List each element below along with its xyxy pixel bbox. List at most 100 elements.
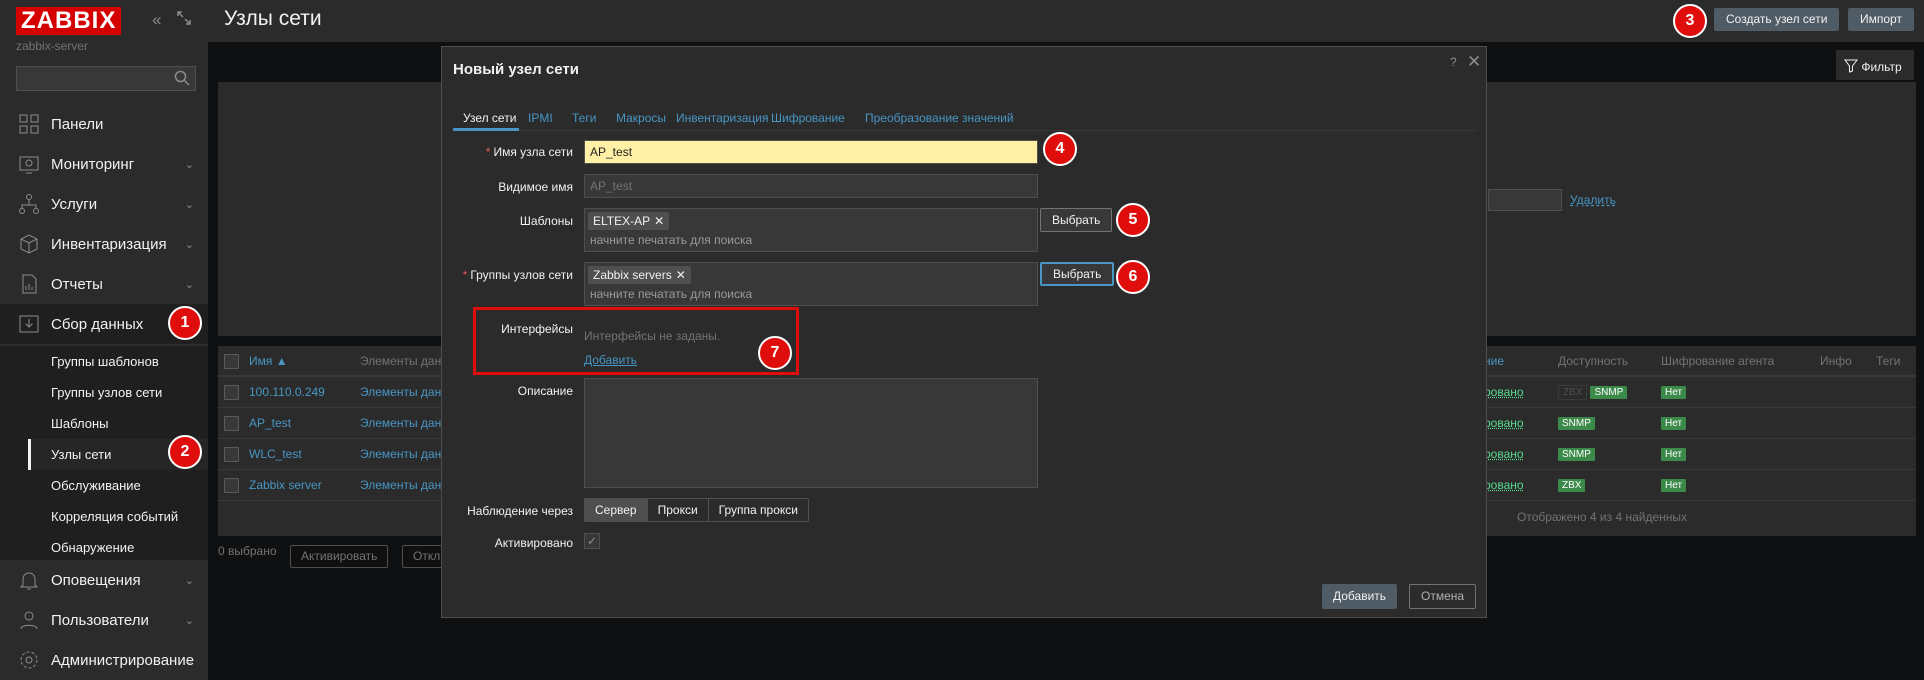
chevron-down-icon: ⌄: [184, 238, 194, 251]
menu-item-alerts[interactable]: Оповещения ⌄: [0, 560, 208, 600]
items-link[interactable]: Элементы дан: [360, 478, 441, 492]
status-link[interactable]: ровано: [1484, 416, 1524, 430]
availability-tag: ZBX: [1558, 479, 1586, 492]
step-badge-1: 1: [168, 306, 202, 340]
tab-encryption[interactable]: Шифрование: [771, 111, 845, 125]
search-icon[interactable]: [173, 69, 191, 87]
column-header-status[interactable]: ние: [1484, 354, 1504, 368]
menu-item-administration[interactable]: Администрирование ⌄: [0, 640, 208, 680]
encryption-cell: Нет: [1661, 446, 1689, 461]
status-link[interactable]: ровано: [1484, 447, 1524, 461]
status-link[interactable]: ровано: [1484, 385, 1524, 399]
header: Узлы сети Создать узел сети Импорт: [208, 0, 1924, 42]
menu-item-reports[interactable]: Отчеты ⌄: [0, 264, 208, 304]
column-header-items: Элементы дан: [360, 354, 442, 368]
row-checkbox[interactable]: [224, 416, 239, 431]
enabled-label: Активировано: [494, 536, 573, 550]
column-header-name[interactable]: Имя ▲: [249, 354, 288, 368]
expand-icon[interactable]: [176, 10, 192, 31]
menu-label: Панели: [51, 115, 104, 133]
create-host-button[interactable]: Создать узел сети: [1714, 8, 1840, 31]
services-icon: [19, 194, 39, 214]
templates-search-placeholder[interactable]: начните печатать для поиска: [590, 233, 752, 247]
host-name-link[interactable]: Zabbix server: [249, 478, 322, 492]
submenu-item-maintenance[interactable]: Обслуживание: [28, 470, 208, 501]
zabbix-logo[interactable]: ZABBIX: [16, 7, 122, 35]
column-header-info: Инфо: [1820, 354, 1852, 368]
server-name: zabbix-server: [16, 39, 89, 53]
menu-label: Оповещения: [51, 571, 141, 589]
sidebar-search-input[interactable]: [16, 66, 196, 91]
close-icon[interactable]: ✕: [1467, 52, 1481, 72]
column-header-encryption: Шифрование агента: [1661, 354, 1775, 368]
inventory-icon: [20, 234, 38, 254]
visible-name-input[interactable]: AP_test: [584, 174, 1038, 198]
help-icon[interactable]: ?: [1450, 55, 1457, 69]
active-tab-indicator: [453, 128, 519, 131]
remove-icon[interactable]: ✕: [676, 268, 686, 282]
step-badge-2: 2: [168, 435, 202, 469]
menu-item-users[interactable]: Пользователи ⌄: [0, 600, 208, 640]
enabled-checkbox[interactable]: ✓: [584, 533, 600, 549]
host-groups-select-button[interactable]: Выбрать: [1040, 262, 1115, 286]
submenu-item-host-groups[interactable]: Группы узлов сети: [28, 377, 208, 408]
bell-icon: [19, 572, 39, 590]
row-checkbox[interactable]: [224, 385, 239, 400]
submenu-item-event-correlation[interactable]: Корреляция событий: [28, 501, 208, 532]
step-badge-7: 7: [758, 336, 792, 370]
groups-search-placeholder[interactable]: начните печатать для поиска: [590, 287, 752, 301]
row-checkbox[interactable]: [224, 447, 239, 462]
monitored-by-proxy-group[interactable]: Группа прокси: [709, 499, 808, 521]
visible-name-label: Видимое имя: [498, 180, 573, 194]
cancel-button[interactable]: Отмена: [1409, 584, 1477, 609]
activate-button[interactable]: Активировать: [290, 545, 389, 568]
filter-tab[interactable]: Фильтр: [1836, 50, 1914, 80]
encryption-cell: Нет: [1661, 477, 1689, 492]
monitored-by-proxy[interactable]: Прокси: [648, 499, 709, 521]
status-link[interactable]: ровано: [1484, 478, 1524, 492]
reports-icon: [22, 274, 37, 294]
tab-tags[interactable]: Теги: [572, 111, 596, 125]
tab-ipmi[interactable]: IPMI: [528, 111, 553, 125]
filter-remove-link[interactable]: Удалить: [1570, 193, 1616, 207]
description-textarea[interactable]: [584, 378, 1038, 488]
menu-item-dashboards[interactable]: Панели: [0, 104, 208, 144]
chevron-down-icon: ⌄: [184, 278, 194, 291]
row-checkbox[interactable]: [224, 478, 239, 493]
menu-label: Администрирование: [51, 651, 195, 669]
select-all-checkbox[interactable]: [224, 354, 239, 369]
menu-item-services[interactable]: Услуги ⌄: [0, 184, 208, 224]
add-button[interactable]: Добавить: [1322, 584, 1398, 609]
host-name-input[interactable]: AP_test: [584, 140, 1038, 164]
templates-multiselect[interactable]: ELTEX-AP ✕ начните печатать для поиска: [584, 208, 1038, 252]
column-header-availability: Доступность: [1558, 354, 1629, 368]
availability-cell: SNMP: [1558, 415, 1598, 430]
table-footer-count: Отображено 4 из 4 найденных: [1517, 510, 1688, 524]
menu-item-inventory[interactable]: Инвентаризация ⌄: [0, 224, 208, 264]
monitored-by-label: Наблюдение через: [467, 504, 573, 518]
host-name-link[interactable]: AP_test: [249, 416, 291, 430]
encryption-tag: Нет: [1661, 386, 1687, 399]
host-name-link[interactable]: WLC_test: [249, 447, 302, 461]
tab-host[interactable]: Узел сети: [463, 111, 516, 125]
items-link[interactable]: Элементы дан: [360, 416, 441, 430]
chevron-down-icon: ⌄: [184, 614, 194, 627]
import-button[interactable]: Импорт: [1848, 8, 1914, 31]
double-chevron-left-icon[interactable]: «: [152, 10, 161, 30]
filter-tag-input[interactable]: [1488, 189, 1562, 211]
chevron-down-icon: ⌄: [184, 158, 194, 171]
remove-icon[interactable]: ✕: [654, 214, 664, 228]
host-name-link[interactable]: 100.110.0.249: [249, 385, 325, 399]
host-groups-multiselect[interactable]: Zabbix servers ✕ начните печатать для пои…: [584, 262, 1038, 306]
templates-label: Шаблоны: [519, 214, 573, 228]
items-link[interactable]: Элементы дан: [360, 447, 441, 461]
encryption-tag: Нет: [1661, 448, 1687, 461]
templates-select-button[interactable]: Выбрать: [1040, 208, 1113, 232]
tab-macros[interactable]: Макросы: [616, 111, 666, 125]
tab-inventory[interactable]: Инвентаризация: [676, 111, 768, 125]
monitored-by-server[interactable]: Сервер: [585, 499, 648, 521]
menu-item-monitoring[interactable]: Мониторинг ⌄: [0, 144, 208, 184]
tab-value-mapping[interactable]: Преобразование значений: [865, 111, 1014, 125]
submenu-item-template-groups[interactable]: Группы шаблонов: [28, 346, 208, 377]
submenu-item-discovery[interactable]: Обнаружение: [28, 532, 208, 563]
